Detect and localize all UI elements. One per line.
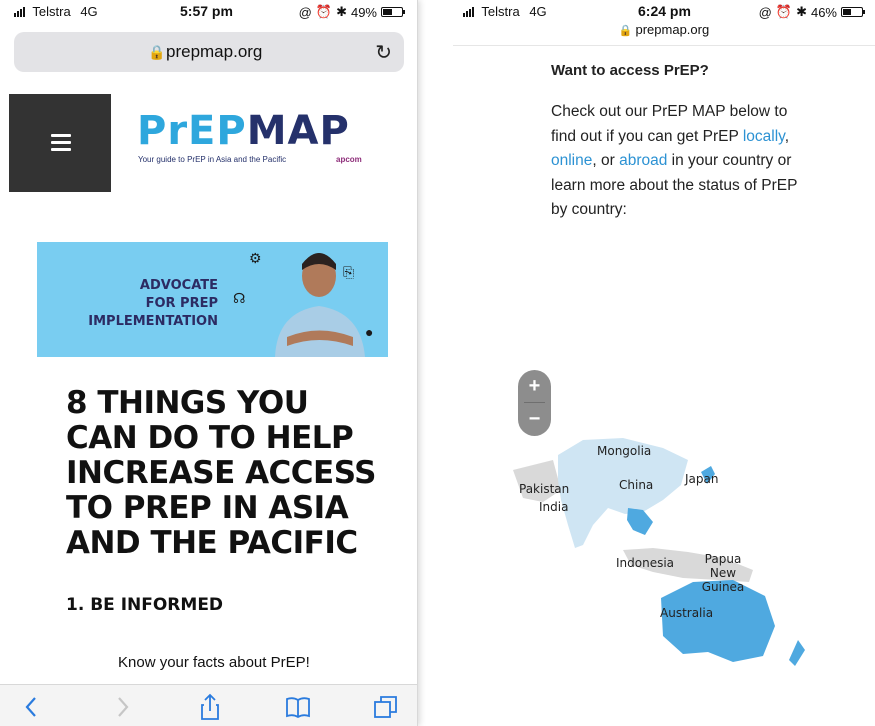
carrier-name: Telstra	[481, 4, 520, 19]
map-label: Papua New Guinea	[701, 552, 745, 594]
gears-icon: ⚙	[249, 250, 262, 266]
map-region-new-zealand[interactable]	[789, 640, 805, 666]
lock-icon: 🔒	[148, 44, 166, 60]
partner-logo: apcom	[336, 155, 362, 164]
speaking-icon: ☊	[233, 290, 246, 306]
battery-icon	[841, 7, 865, 17]
map-zoom-control: + −	[518, 370, 551, 436]
map-label: China	[619, 478, 654, 492]
back-icon[interactable]	[18, 693, 46, 721]
browser-toolbar	[0, 684, 417, 726]
link-locally[interactable]: locally	[743, 128, 785, 145]
hamburger-icon	[51, 134, 71, 137]
article-headline: 8 THINGS YOU CAN DO TO HELP INCREASE ACC…	[66, 385, 377, 561]
pill-icon: ●	[365, 324, 374, 340]
link-online[interactable]: online	[551, 152, 592, 169]
network-type: 4G	[529, 4, 547, 19]
bluetooth-icon: ✱	[796, 4, 807, 19]
status-bar: Telstra 4G 6:24 pm @ ⏰ ✱ 46%	[453, 0, 875, 22]
bluetooth-icon: ✱	[336, 4, 347, 19]
battery-icon	[381, 7, 405, 17]
forward-icon[interactable]	[108, 693, 136, 721]
map-region-southeast-asia[interactable]	[627, 508, 653, 535]
address-url: prepmap.org	[635, 22, 710, 37]
advocate-banner[interactable]: ADVOCATE FOR PREP IMPLEMENTATION ⚙ ☊ ⎘ ●	[37, 242, 388, 357]
alarm-icon: ⏰	[315, 4, 333, 19]
share-icon[interactable]	[196, 693, 224, 721]
link-abroad[interactable]: abroad	[619, 152, 667, 169]
zoom-in-button[interactable]: +	[518, 370, 551, 403]
network-type: 4G	[80, 4, 98, 19]
address-bar[interactable]: 🔒 prepmap.org ↻	[14, 32, 404, 72]
article-paragraph: Know your facts about PrEP!	[118, 654, 310, 671]
address-url: prepmap.org	[166, 42, 263, 61]
tabs-icon[interactable]	[372, 693, 400, 721]
network-icon: ⎘	[343, 264, 355, 280]
battery-percent: 46%	[810, 4, 837, 20]
address-bar[interactable]: 🔒 prepmap.org	[453, 22, 875, 46]
banner-line-3: IMPLEMENTATION	[88, 314, 218, 329]
status-time: 5:57 pm	[180, 3, 233, 19]
logo-tagline: Your guide to PrEP in Asia and the Pacif…	[138, 155, 287, 164]
banner-line-1: ADVOCATE	[139, 278, 218, 293]
reload-icon[interactable]: ↻	[375, 40, 392, 65]
status-time: 6:24 pm	[638, 3, 691, 19]
map-label: Japan	[685, 472, 719, 486]
lock-rotation-icon: @	[298, 4, 312, 20]
status-bar: Telstra 4G 5:57 pm @ ⏰ ✱ 49%	[0, 0, 417, 22]
map-label: Mongolia	[597, 444, 652, 458]
menu-button[interactable]	[9, 94, 111, 192]
map-label: India	[539, 500, 569, 514]
person-photo	[275, 253, 365, 357]
access-heading: Want to access PrEP?	[551, 62, 709, 79]
map-label: Pakistan	[519, 482, 570, 496]
section-title: 1. BE INFORMED	[66, 595, 224, 615]
battery-percent: 49%	[350, 4, 377, 20]
lock-icon: 🔒	[618, 25, 633, 37]
bookmarks-icon[interactable]	[284, 693, 312, 721]
site-logo[interactable]: PrEPMAP	[137, 108, 350, 154]
alarm-icon: ⏰	[775, 4, 793, 19]
right-phone-screen: Telstra 4G 6:24 pm @ ⏰ ✱ 46% 🔒 prepmap.or…	[453, 0, 875, 726]
signal-icon	[463, 7, 474, 17]
left-phone-screen: Telstra 4G 5:57 pm @ ⏰ ✱ 49% 🔒 prepmap.o…	[0, 0, 418, 726]
prep-map[interactable]: Mongolia Japan Pakistan China India Indo…	[513, 430, 813, 700]
map-label: Australia	[660, 606, 714, 620]
map-label: Indonesia	[616, 556, 675, 570]
banner-line-2: FOR PREP	[145, 296, 218, 311]
carrier-name: Telstra	[32, 4, 71, 19]
intro-paragraph: Check out our PrEP MAP below to find out…	[551, 103, 798, 218]
lock-rotation-icon: @	[758, 4, 772, 20]
signal-icon	[14, 7, 25, 17]
